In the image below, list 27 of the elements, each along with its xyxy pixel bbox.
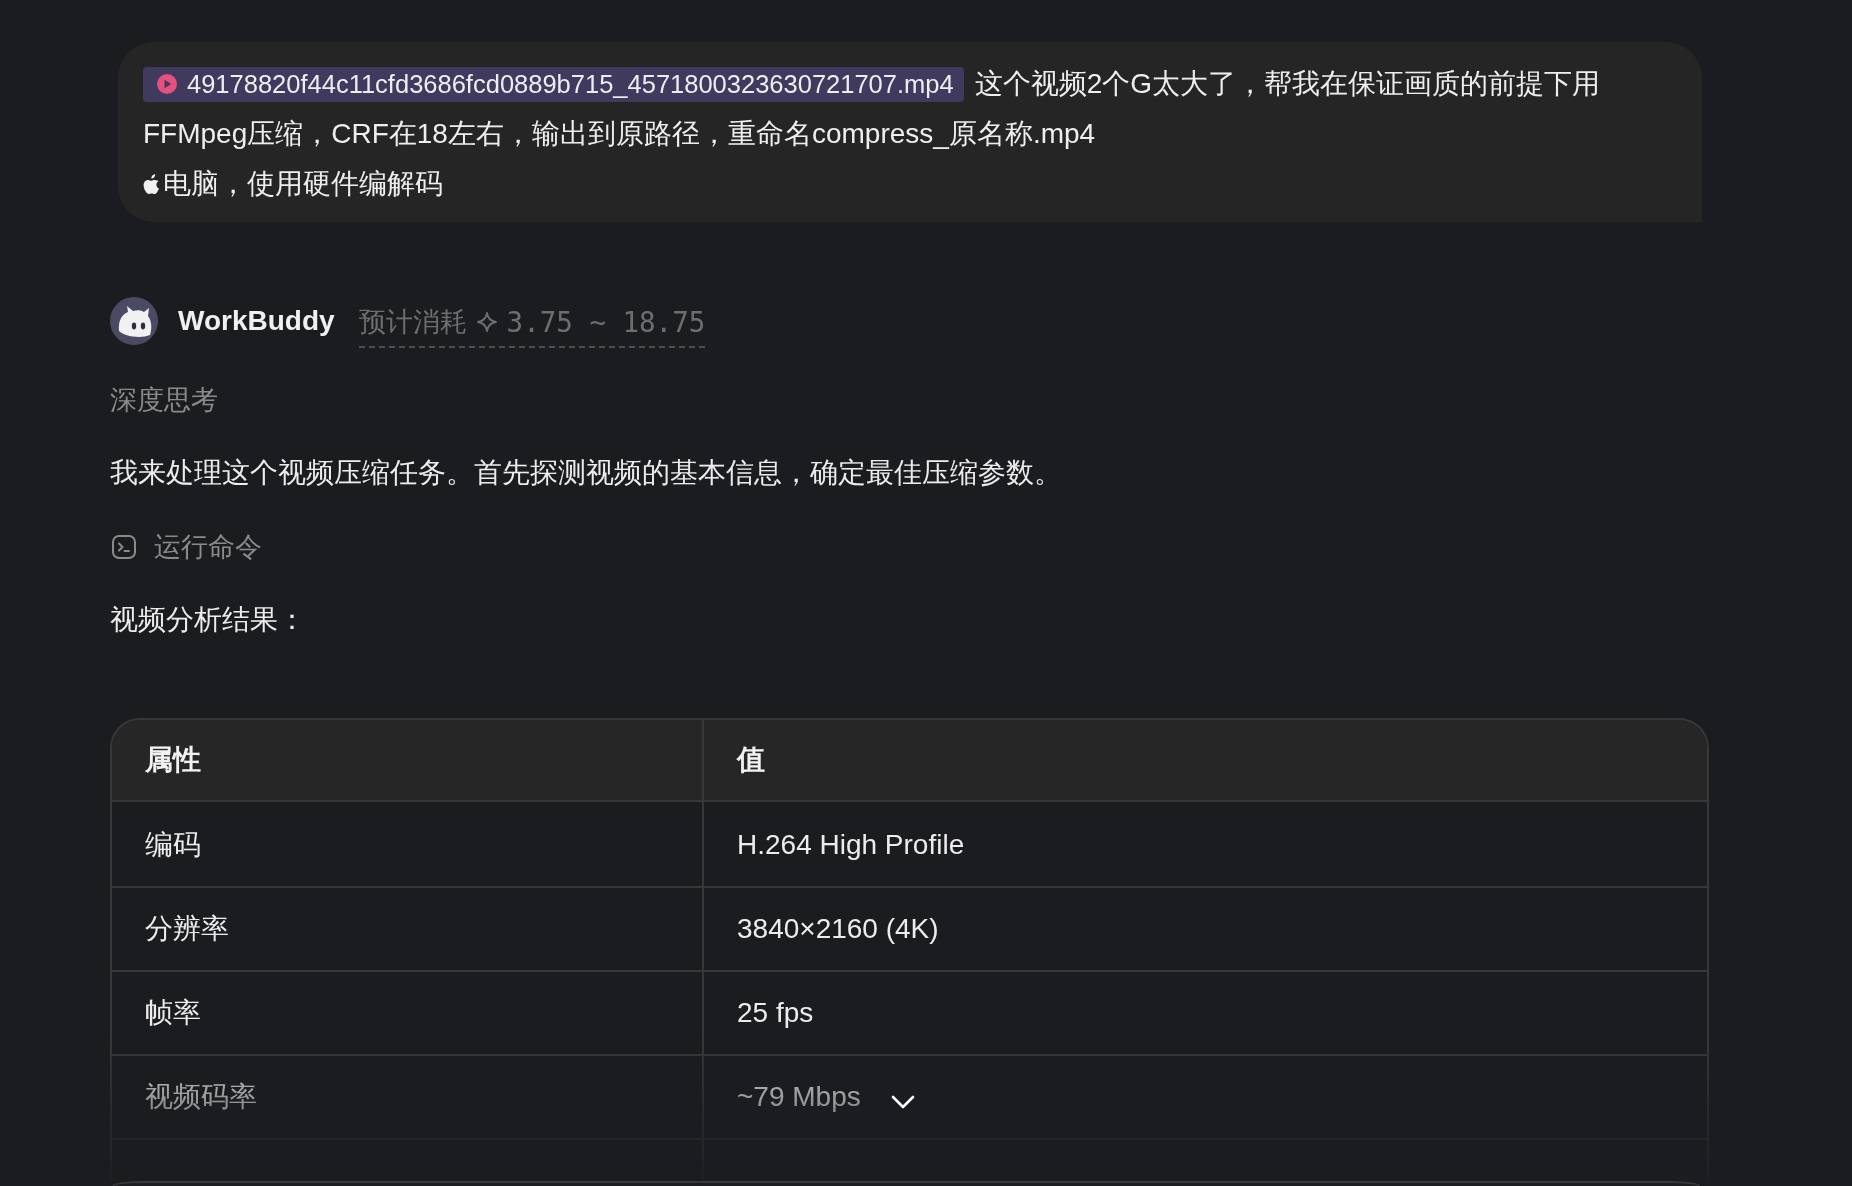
table-cell: 分辨率 (112, 888, 704, 972)
apple-icon (143, 174, 160, 194)
deep-thinking-toggle[interactable]: 深度思考 (110, 380, 218, 420)
table-cell: 3840×2160 (4K) (704, 888, 1707, 972)
mascot-avatar-icon (110, 297, 158, 345)
play-icon (157, 74, 177, 94)
terminal-icon (112, 535, 136, 559)
assistant-name: WorkBuddy (178, 305, 335, 337)
table-cell: 帧率 (112, 972, 704, 1056)
table-cell: 视频码率 (112, 1056, 704, 1140)
video-attachment-chip[interactable]: 49178820f44c11cfd3686fcd0889b715_4571800323630721707.mp4 (143, 66, 964, 102)
chevron-down-icon[interactable] (891, 1095, 915, 1109)
table-cell: ~79 Mbps (704, 1056, 1707, 1140)
message-text: FFMpeg压缩，CRF在18左右，输出到原路径，重命名compress_原名称.mp4 (143, 117, 1096, 151)
run-command-toggle[interactable]: 运行命令 (110, 527, 262, 567)
result-heading: 视频分析结果： (110, 603, 306, 637)
message-input-field[interactable] (112, 1181, 1700, 1186)
cost-estimate[interactable]: 预计消耗 3.75 ~ 18.75 (358, 304, 706, 348)
response-text: 我来处理这个视频压缩任务。首先探测视频的基本信息，确定最佳压缩参数。 (110, 456, 1062, 490)
table-cell: H.264 High Profile (704, 804, 1707, 888)
table-cell: 25 fps (704, 972, 1707, 1056)
message-text: 这个视频2个G太大了，帮我在保证画质的前提下用 (974, 67, 1601, 101)
table-header-cell: 属性 (112, 720, 704, 802)
sparkle-icon (476, 312, 497, 332)
table-header-cell: 值 (704, 720, 1707, 802)
table-cell: 编码 (112, 804, 704, 888)
message-text: 电脑，使用硬件编解码 (163, 167, 443, 201)
